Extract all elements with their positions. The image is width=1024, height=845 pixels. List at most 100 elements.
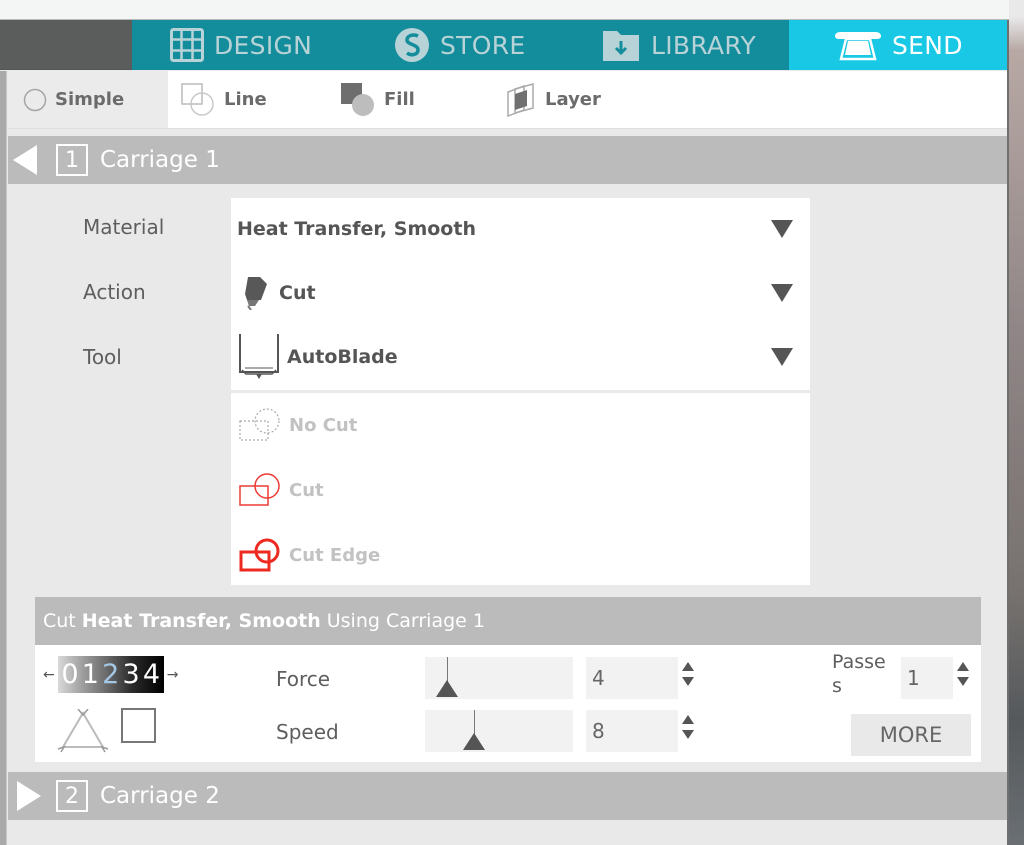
action-value: Cut [279, 282, 316, 304]
mode-simple-label: Simple [55, 89, 125, 110]
speed-slider-thumb[interactable] [462, 733, 485, 750]
option-no-cut-label: No Cut [289, 414, 358, 436]
carriage-1-label: Carriage 1 [100, 147, 220, 173]
line-shapes-icon [180, 82, 216, 118]
action-dropdown[interactable]: Cut [231, 262, 810, 324]
force-slider-thumb[interactable] [436, 680, 459, 697]
chevron-down-icon [771, 284, 793, 302]
mode-line-label: Line [224, 89, 267, 110]
summary-prefix: Cut [43, 610, 76, 632]
fill-shapes-icon [340, 82, 376, 118]
autoblade-icon [237, 332, 281, 382]
passes-label: Passe s [832, 650, 886, 698]
tab-store[interactable]: STORE [394, 20, 525, 70]
tool-label: Tool [83, 345, 122, 369]
cut-edge-icon [239, 538, 283, 572]
radio-circle-icon [23, 88, 47, 112]
send-mode-tabs: Simple Line Fill Layer [8, 71, 1007, 129]
collapse-arrow-icon [12, 144, 38, 176]
cut-summary-header: Cut Heat Transfer, Smooth Using Carriage… [35, 597, 981, 645]
summary-material: Heat Transfer, Smooth [81, 610, 321, 632]
tab-design[interactable]: DESIGN [170, 20, 312, 70]
material-value: Heat Transfer, Smooth [237, 218, 476, 240]
force-input[interactable]: 4 [586, 657, 678, 699]
speed-input[interactable]: 8 [586, 710, 678, 752]
blade-dial-display: 0 1 2 3 4 [57, 656, 164, 693]
more-button[interactable]: MORE [851, 714, 971, 756]
carriage-1-header[interactable]: 1 Carriage 1 [8, 136, 1007, 184]
no-cut-icon [239, 408, 283, 442]
mode-layer-label: Layer [545, 89, 601, 110]
increment-icon[interactable] [682, 715, 694, 724]
dial-digit: 1 [81, 659, 99, 690]
carriage-1-number: 1 [56, 144, 88, 176]
decrement-icon[interactable] [957, 677, 969, 686]
chevron-down-icon [771, 220, 793, 238]
blade-triangle-icon [57, 709, 109, 753]
folder-download-icon [601, 27, 641, 63]
increment-icon[interactable] [682, 662, 694, 671]
title-strip [0, 0, 1009, 20]
carriage-1-settings: Heat Transfer, Smooth Cut AutoBlade [231, 198, 810, 390]
tab-store-label: STORE [440, 30, 526, 60]
tool-dropdown[interactable]: AutoBlade [231, 326, 810, 388]
option-no-cut[interactable]: No Cut [231, 400, 810, 450]
option-cut-edge-label: Cut Edge [289, 544, 381, 566]
force-stepper[interactable] [681, 662, 695, 686]
arrow-left-icon[interactable]: ← [43, 667, 55, 683]
dial-digit-current: 2 [102, 659, 120, 690]
expand-arrow-icon [16, 780, 42, 812]
option-cut[interactable]: Cut [231, 465, 810, 515]
cut-settings-body: ← 0 1 2 3 4 → Force 4 Speed 8 Passe s 1 … [35, 645, 981, 762]
panel-edge [0, 71, 7, 845]
layer-icon [505, 82, 537, 118]
force-label: Force [276, 667, 331, 691]
dial-digit: 0 [61, 659, 79, 690]
mode-line[interactable]: Line [180, 71, 267, 128]
grid-icon [170, 28, 204, 62]
blade-depth-dial[interactable]: ← 0 1 2 3 4 → [40, 656, 181, 693]
dial-digit: 3 [122, 659, 140, 690]
dial-digit: 4 [142, 659, 161, 690]
increment-icon[interactable] [957, 662, 969, 671]
tool-value: AutoBlade [287, 346, 398, 368]
passes-label-line1: Passe [832, 651, 886, 673]
passes-stepper[interactable] [956, 662, 970, 686]
decrement-icon[interactable] [682, 730, 694, 739]
decrement-icon[interactable] [682, 677, 694, 686]
mode-layer[interactable]: Layer [505, 71, 601, 128]
material-dropdown[interactable]: Heat Transfer, Smooth [231, 198, 810, 260]
material-label: Material [83, 215, 165, 239]
option-cut-label: Cut [289, 479, 324, 501]
top-navigation: DESIGN STORE LIBRARY SEND [0, 20, 1007, 70]
tab-library[interactable]: LIBRARY [601, 20, 756, 70]
tab-send[interactable]: SEND [789, 20, 1007, 70]
passes-label-line2: s [832, 675, 842, 697]
speed-label: Speed [276, 720, 339, 744]
tab-library-label: LIBRARY [651, 30, 757, 60]
chevron-down-icon [771, 348, 793, 366]
blade-checkbox[interactable] [121, 708, 156, 743]
summary-suffix: Using Carriage 1 [326, 610, 485, 632]
mode-fill[interactable]: Fill [340, 71, 415, 128]
carriage-2-header[interactable]: 2 Carriage 2 [8, 772, 1007, 820]
silhouette-s-icon [394, 27, 430, 63]
carriage-2-number: 2 [56, 780, 88, 812]
nav-tabs: DESIGN STORE LIBRARY SEND [132, 20, 1007, 70]
carriage-2-label: Carriage 2 [100, 783, 220, 809]
cutter-machine-icon [834, 29, 882, 61]
desktop-background [1009, 0, 1024, 845]
speed-slider[interactable] [425, 710, 573, 752]
option-cut-edge[interactable]: Cut Edge [231, 530, 810, 580]
passes-input[interactable]: 1 [901, 657, 953, 699]
send-panel-window: DESIGN STORE LIBRARY SEND Simple Line Fi… [0, 20, 1009, 845]
mode-simple[interactable]: Simple [8, 71, 168, 128]
action-label: Action [83, 280, 146, 304]
cut-style-options: No Cut Cut Cut Edge [231, 393, 810, 585]
force-slider[interactable] [425, 657, 573, 699]
mode-fill-label: Fill [384, 89, 415, 110]
tab-send-label: SEND [892, 30, 963, 60]
speed-stepper[interactable] [681, 715, 695, 739]
cut-shapes-icon [239, 473, 283, 507]
arrow-right-icon[interactable]: → [167, 667, 179, 683]
